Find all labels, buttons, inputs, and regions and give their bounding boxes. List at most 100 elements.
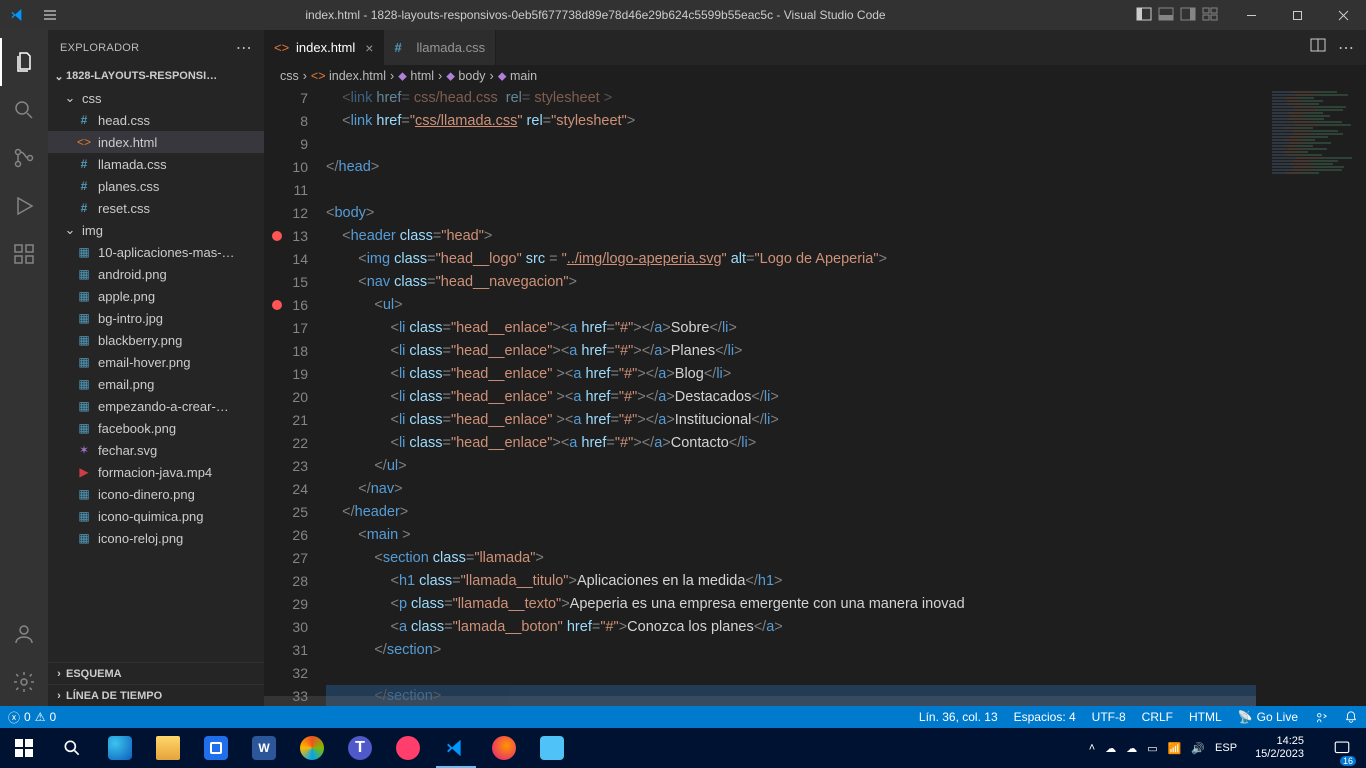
tree-file[interactable]: ▦email.png bbox=[48, 373, 264, 395]
breadcrumb[interactable]: css›<> index.html›⬥ html›⬥ body›⬥ main bbox=[264, 65, 1366, 87]
breadcrumb-segment[interactable]: ⬥ body bbox=[446, 69, 485, 84]
tree-file[interactable]: ▦android.png bbox=[48, 263, 264, 285]
window-minimize-button[interactable] bbox=[1228, 0, 1274, 30]
status-feedback-icon[interactable] bbox=[1306, 706, 1336, 728]
chevron-down-icon: ⌄ bbox=[52, 70, 66, 83]
timeline-label: LÍNEA DE TIEMPO bbox=[66, 690, 162, 702]
taskbar-store[interactable] bbox=[192, 728, 240, 768]
editor-group: <>index.html×#llamada.css ⋯ css›<> index… bbox=[264, 30, 1366, 706]
tray-volume-icon[interactable]: 🔊 bbox=[1191, 742, 1205, 755]
toggle-primary-sidebar-icon[interactable] bbox=[1136, 6, 1152, 25]
tray-cloud-icon[interactable]: ☁ bbox=[1126, 742, 1137, 755]
toggle-panel-icon[interactable] bbox=[1158, 6, 1174, 25]
tree-folder[interactable]: ⌄img bbox=[48, 219, 264, 241]
breadcrumb-segment[interactable]: ⬥ main bbox=[498, 69, 537, 84]
tree-file[interactable]: ▦apple.png bbox=[48, 285, 264, 307]
editor-tab[interactable]: #llamada.css bbox=[384, 30, 496, 65]
tree-file[interactable]: ▦facebook.png bbox=[48, 417, 264, 439]
tree-file[interactable]: #planes.css bbox=[48, 175, 264, 197]
editor-tab[interactable]: <>index.html× bbox=[264, 30, 384, 65]
tree-file[interactable]: ▦icono-quimica.png bbox=[48, 505, 264, 527]
start-button[interactable] bbox=[0, 728, 48, 768]
status-language[interactable]: HTML bbox=[1181, 706, 1230, 728]
activity-search[interactable] bbox=[0, 86, 48, 134]
breadcrumb-segment[interactable]: ⬥ html bbox=[398, 69, 434, 84]
status-indentation[interactable]: Espacios: 4 bbox=[1006, 706, 1084, 728]
status-encoding[interactable]: UTF-8 bbox=[1084, 706, 1134, 728]
editor-tabs: <>index.html×#llamada.css ⋯ bbox=[264, 30, 1366, 65]
toggle-secondary-sidebar-icon[interactable] bbox=[1180, 6, 1196, 25]
timeline-section[interactable]: ›LÍNEA DE TIEMPO bbox=[48, 684, 264, 706]
error-icon: ⓧ bbox=[8, 709, 20, 726]
taskbar-word[interactable]: W bbox=[240, 728, 288, 768]
split-editor-icon[interactable] bbox=[1310, 37, 1326, 58]
tree-file[interactable]: ▶formacion-java.mp4 bbox=[48, 461, 264, 483]
vscode-logo-icon bbox=[0, 7, 35, 23]
outline-section[interactable]: ›ESQUEMA bbox=[48, 662, 264, 684]
activity-bar bbox=[0, 30, 48, 706]
tree-file[interactable]: ▦icono-dinero.png bbox=[48, 483, 264, 505]
taskbar-app-game[interactable] bbox=[384, 728, 432, 768]
activity-explorer[interactable] bbox=[0, 38, 48, 86]
tray-chevron-up-icon[interactable]: ˄ bbox=[1089, 742, 1095, 754]
window-close-button[interactable] bbox=[1320, 0, 1366, 30]
horizontal-scrollbar[interactable] bbox=[264, 696, 1256, 706]
activity-run-debug[interactable] bbox=[0, 182, 48, 230]
tree-file[interactable]: ✶fechar.svg bbox=[48, 439, 264, 461]
tree-folder[interactable]: ⌄css bbox=[48, 87, 264, 109]
status-cursor-position[interactable]: Lín. 36, col. 13 bbox=[911, 706, 1006, 728]
status-notifications-icon[interactable] bbox=[1336, 706, 1366, 728]
windows-taskbar: W T ˄ ☁ ☁ ▭ 📶 🔊 ESP 14:25 15/2/2023 16 bbox=[0, 728, 1366, 768]
workspace-folder-label: 1828-LAYOUTS-RESPONSI… bbox=[66, 70, 217, 82]
tree-file[interactable]: ▦empezando-a-crear-… bbox=[48, 395, 264, 417]
close-icon[interactable]: × bbox=[365, 40, 373, 56]
tree-file[interactable]: ▦10-aplicaciones-mas-… bbox=[48, 241, 264, 263]
broadcast-icon: 📡 bbox=[1238, 710, 1253, 724]
window-maximize-button[interactable] bbox=[1274, 0, 1320, 30]
tree-file[interactable]: ▦blackberry.png bbox=[48, 329, 264, 351]
line-gutter[interactable]: 7891011121314151617181920212223242526272… bbox=[264, 87, 326, 706]
minimap[interactable] bbox=[1256, 87, 1366, 706]
tree-file[interactable]: #head.css bbox=[48, 109, 264, 131]
activity-settings[interactable] bbox=[0, 658, 48, 706]
tray-notifications[interactable]: 16 bbox=[1322, 728, 1362, 768]
tray-onedrive-icon[interactable]: ☁ bbox=[1105, 742, 1116, 755]
taskbar-search[interactable] bbox=[48, 728, 96, 768]
taskbar-app-blue[interactable] bbox=[528, 728, 576, 768]
taskbar-copilot[interactable] bbox=[288, 728, 336, 768]
tray-wifi-icon[interactable]: 📶 bbox=[1168, 742, 1182, 755]
tree-file[interactable]: ▦icono-reloj.png bbox=[48, 527, 264, 549]
tree-file[interactable]: #llamada.css bbox=[48, 153, 264, 175]
file-tree: ⌄css#head.css<>index.html#llamada.css#pl… bbox=[48, 87, 264, 662]
code-content[interactable]: <link href= css/head.css rel= stylesheet… bbox=[326, 87, 1256, 706]
tree-file[interactable]: #reset.css bbox=[48, 197, 264, 219]
breakpoint-icon[interactable] bbox=[272, 231, 282, 241]
sidebar: EXPLORADOR ⋯ ⌄ 1828-LAYOUTS-RESPONSI… ⌄c… bbox=[48, 30, 264, 706]
tray-battery-icon[interactable]: ▭ bbox=[1147, 742, 1157, 755]
breadcrumb-segment[interactable]: css bbox=[280, 69, 299, 83]
activity-accounts[interactable] bbox=[0, 610, 48, 658]
tree-file[interactable]: <>index.html bbox=[48, 131, 264, 153]
sidebar-more-icon[interactable]: ⋯ bbox=[236, 38, 252, 58]
activity-source-control[interactable] bbox=[0, 134, 48, 182]
taskbar-edge[interactable] bbox=[96, 728, 144, 768]
app-menu-button[interactable] bbox=[35, 7, 65, 23]
activity-extensions[interactable] bbox=[0, 230, 48, 278]
taskbar-vscode[interactable] bbox=[432, 728, 480, 768]
tree-file[interactable]: ▦bg-intro.jpg bbox=[48, 307, 264, 329]
taskbar-teams[interactable]: T bbox=[336, 728, 384, 768]
status-go-live[interactable]: 📡Go Live bbox=[1230, 706, 1306, 728]
customize-layout-icon[interactable] bbox=[1202, 6, 1218, 25]
status-eol[interactable]: CRLF bbox=[1134, 706, 1181, 728]
tray-clock[interactable]: 14:25 15/2/2023 bbox=[1247, 735, 1312, 760]
more-actions-icon[interactable]: ⋯ bbox=[1338, 38, 1354, 58]
taskbar-firefox[interactable] bbox=[480, 728, 528, 768]
tray-language[interactable]: ESP bbox=[1215, 742, 1237, 754]
tree-file[interactable]: ▦email-hover.png bbox=[48, 351, 264, 373]
breadcrumb-segment[interactable]: <> index.html bbox=[311, 69, 386, 83]
code-area[interactable]: 7891011121314151617181920212223242526272… bbox=[264, 87, 1366, 706]
breakpoint-icon[interactable] bbox=[272, 300, 282, 310]
workspace-folder[interactable]: ⌄ 1828-LAYOUTS-RESPONSI… bbox=[48, 65, 264, 87]
taskbar-file-explorer[interactable] bbox=[144, 728, 192, 768]
status-problems[interactable]: ⓧ0 ⚠0 bbox=[0, 706, 64, 728]
